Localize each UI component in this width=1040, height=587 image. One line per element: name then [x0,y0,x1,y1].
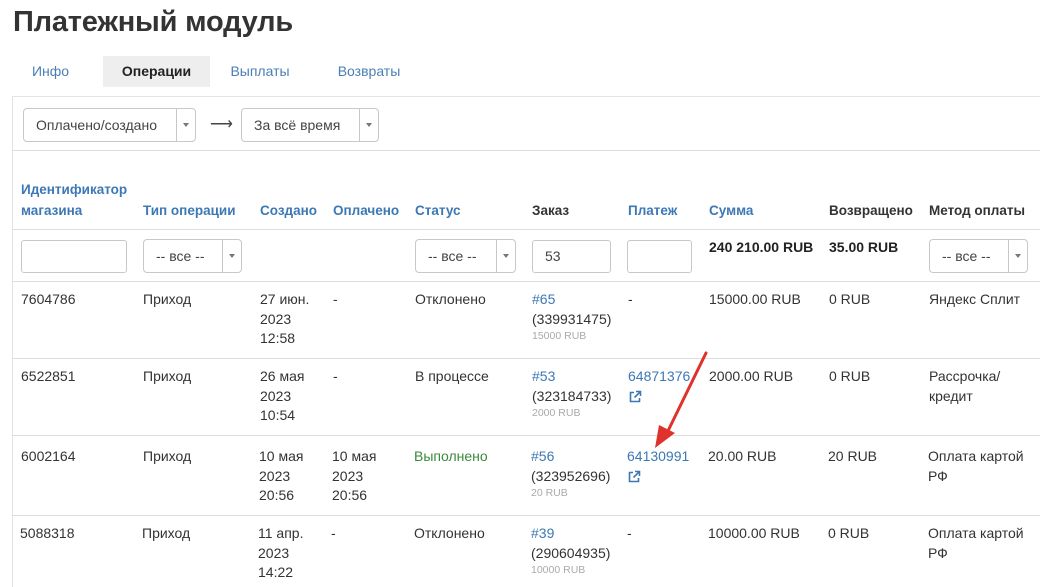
total-refunded: 35.00 RUB [829,239,899,255]
column-header-amount[interactable]: Сумма [709,200,753,221]
cell-type: Приход [143,448,192,464]
cell-type: Приход [142,525,191,541]
status-column-filter-value: -- все -- [428,248,477,264]
type-filter-select[interactable]: -- все -- [143,239,242,273]
cell-amount: 10000.00 RUB [708,525,800,541]
column-header-type[interactable]: Тип операции [143,200,236,221]
external-link-icon[interactable] [627,470,641,484]
dropdown-caret-icon [222,240,241,272]
divider [12,358,1040,359]
dropdown-caret-icon [1008,240,1027,272]
period-filter-select[interactable]: За всё время [241,108,379,142]
dropdown-caret-icon [359,109,378,141]
cell-order: #53 (323184733) 2000 RUB [532,367,611,420]
cell-refunded: 0 RUB [829,368,871,384]
divider [12,229,1040,230]
order-number: (290604935) [531,544,611,561]
dropdown-caret-icon [496,240,515,272]
cell-method: Оплата картой РФ [928,525,1024,561]
cell-paid: - [333,368,338,384]
type-filter-value: -- все -- [156,248,205,264]
tab-spacer [88,56,103,87]
cell-paid: - [331,525,336,541]
cell-paid: 10 мая 2023 20:56 [332,448,377,503]
cell-created: 10 мая 2023 20:56 [259,448,304,503]
order-filter-value: 53 [545,248,561,264]
cell-status: Выполнено [414,448,488,464]
cell-order: #65 (339931475) 15000 RUB [532,290,611,343]
cell-amount: 2000.00 RUB [709,368,794,384]
cell-shop-id: 6002164 [21,448,76,464]
column-header-created[interactable]: Создано [260,200,317,221]
cell-status: Отклонено [415,291,486,307]
order-filter-input[interactable]: 53 [532,240,611,273]
tab-info[interactable]: Инфо [13,56,88,87]
cell-refunded: 0 RUB [828,525,870,541]
column-header-method: Метод оплаты [929,203,1026,218]
cell-order: #56 (323952696) 20 RUB [531,447,610,500]
payment-filter-input[interactable] [627,240,692,273]
column-header-paid[interactable]: Оплачено [333,200,399,221]
cell-shop-id: 7604786 [21,291,76,307]
order-link[interactable]: #65 [532,290,611,310]
order-link[interactable]: #56 [531,447,610,467]
cell-method: Яндекс Сплит [929,291,1021,307]
divider [12,150,1040,151]
dropdown-caret-icon [176,109,195,141]
column-header-shop-id[interactable]: Идентификатор магазина [21,179,141,221]
content-panel [12,96,1040,587]
status-column-filter-select[interactable]: -- все -- [415,239,516,273]
tab-payouts[interactable]: Выплаты [210,56,310,87]
order-sum: 20 RUB [531,487,568,499]
cell-amount: 15000.00 RUB [709,291,801,307]
divider [12,281,1040,282]
annotation-arrow [655,351,708,448]
order-link[interactable]: #53 [532,367,611,387]
divider [12,515,1040,516]
status-filter-select[interactable]: Оплачено/создано [23,108,196,142]
order-number: (323952696) [531,467,611,484]
divider [12,435,1040,436]
cell-type: Приход [143,291,192,307]
right-arrow-icon: ⟶ [210,116,233,133]
cell-status: В процессе [415,368,489,384]
order-sum: 2000 RUB [532,407,581,419]
status-filter-value: Оплачено/создано [36,117,157,133]
cell-status: Отклонено [414,525,485,541]
column-header-payment[interactable]: Платеж [628,200,677,221]
order-link[interactable]: #39 [531,524,610,544]
column-header-refunded: Возвращено [829,203,913,218]
order-number: (339931475) [532,310,612,327]
cell-paid: - [333,291,338,307]
column-header-order: Заказ [532,203,570,218]
cell-method: Оплата картой РФ [928,448,1024,484]
cell-created: 27 июн. 2023 12:58 [260,291,310,346]
total-amount: 240 210.00 RUB [709,239,814,255]
cell-shop-id: 6522851 [21,368,76,384]
order-sum: 15000 RUB [532,330,587,342]
cell-created: 26 мая 2023 10:54 [260,368,305,423]
tab-operations[interactable]: Операции [103,56,210,87]
tab-refunds[interactable]: Возвраты [310,56,428,87]
period-filter-value: За всё время [254,117,341,133]
cell-created: 11 апр. 2023 14:22 [258,525,304,580]
cell-refunded: 20 RUB [828,448,878,464]
cell-type: Приход [143,368,192,384]
page-title: Платежный модуль [13,6,294,38]
order-number: (323184733) [532,387,612,404]
method-filter-value: -- все -- [942,248,991,264]
cell-method: Рассрочка/кредит [929,368,1001,404]
cell-payment: - [627,525,632,541]
shop-id-filter-input[interactable] [21,240,127,273]
cell-refunded: 0 RUB [829,291,871,307]
column-header-status[interactable]: Статус [415,200,461,221]
cell-shop-id: 5088318 [20,525,75,541]
cell-order: #39 (290604935) 10000 RUB [531,524,610,577]
order-sum: 10000 RUB [531,564,586,576]
tabs: Инфо Операции Выплаты Возвраты [13,56,428,87]
method-filter-select[interactable]: -- все -- [929,239,1028,273]
cell-payment: - [628,291,633,307]
